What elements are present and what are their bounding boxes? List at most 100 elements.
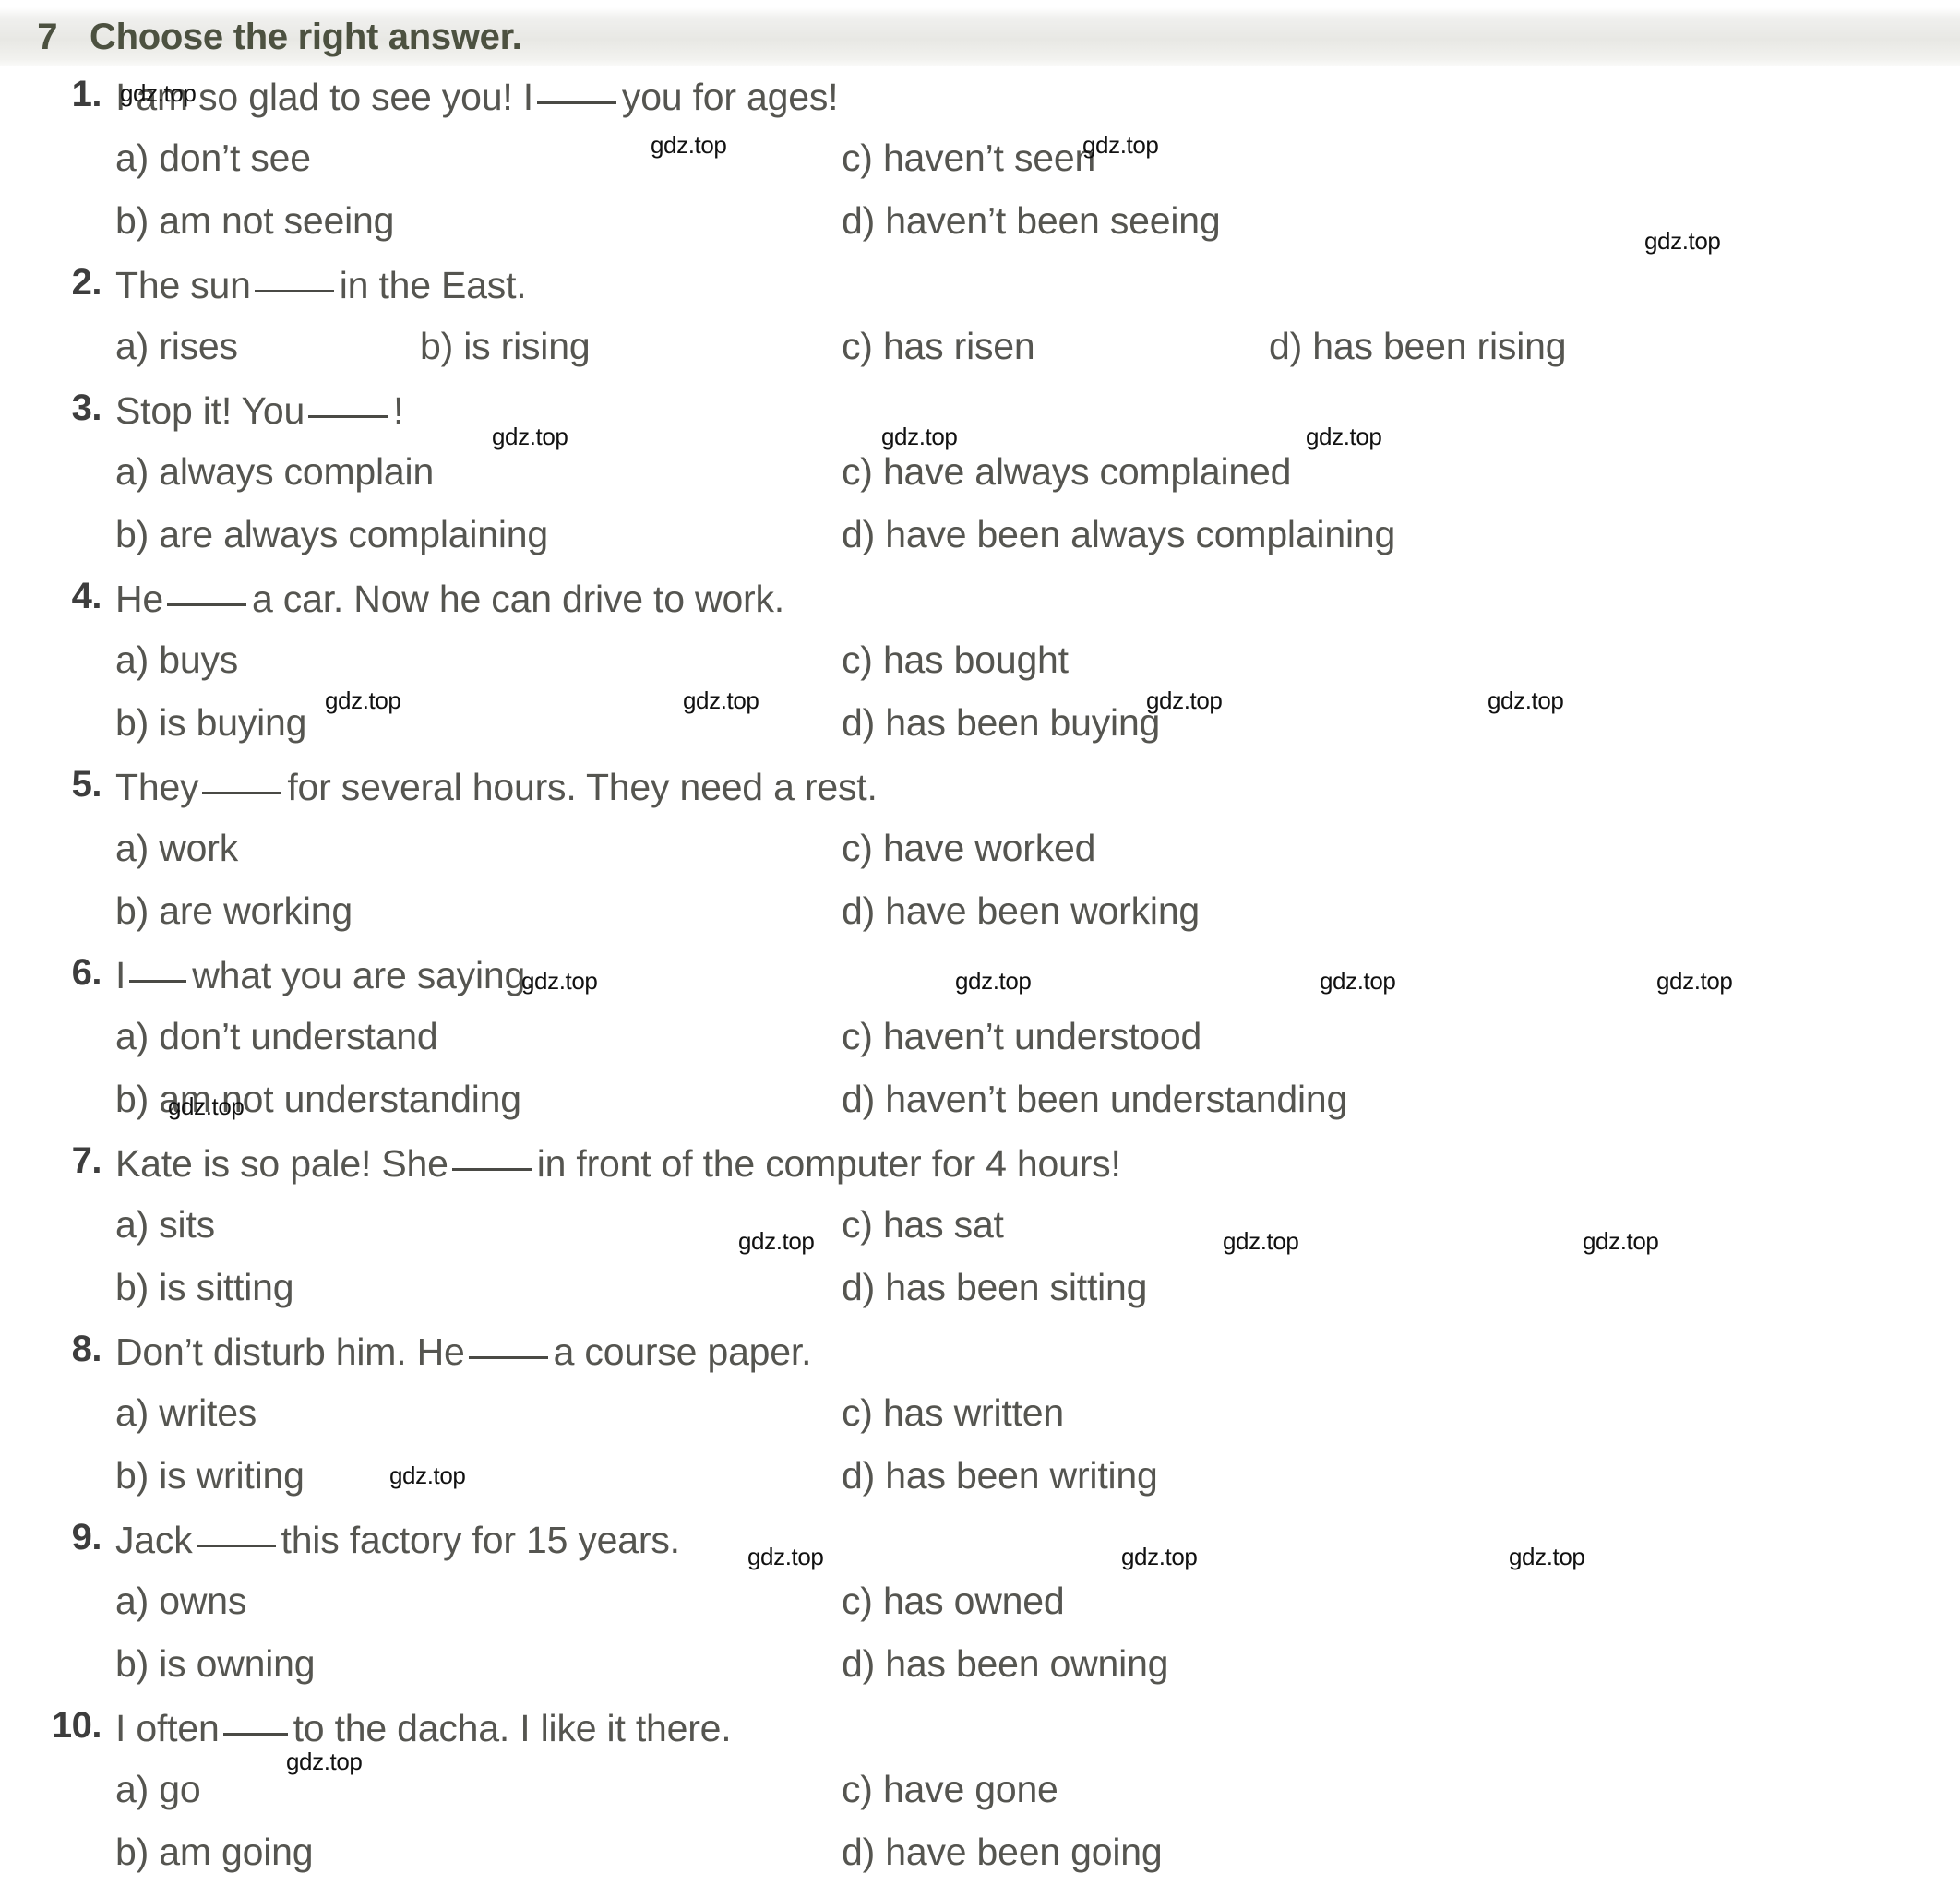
option-b[interactable]: b) are working <box>115 889 353 933</box>
question-block: 2. The sun in the East. a) rises b) is risin… <box>0 262 1960 388</box>
watermark: gdz.top <box>1656 967 1733 995</box>
option-a[interactable]: a) don’t understand <box>115 1015 438 1058</box>
question-text-after-blank: you for ages! <box>621 76 839 118</box>
question-stem: 7. Kate is so pale! She in front of the co… <box>0 1140 1960 1203</box>
question-text-before-blank: Kate is so pale! She <box>115 1142 448 1185</box>
option-b[interactable]: b) is buying <box>115 701 306 745</box>
watermark: gdz.top <box>1644 227 1721 255</box>
answer-blank[interactable] <box>202 764 282 794</box>
watermark: gdz.top <box>1583 1227 1659 1255</box>
option-d[interactable]: d) have been always complaining <box>842 513 1395 556</box>
option-c[interactable]: c) has owned <box>842 1580 1065 1623</box>
option-a[interactable]: a) go <box>115 1768 201 1811</box>
option-b[interactable]: b) is owning <box>115 1642 316 1686</box>
question-stem: 1. I am so glad to see you! Iyou for ages… <box>0 74 1960 137</box>
option-row: a) don’t see c) haven’t seen <box>0 137 1960 199</box>
question-text: Jack this factory for 15 years. <box>115 1517 680 1562</box>
question-text: He a car. Now he can drive to work. <box>115 576 784 621</box>
question-stem: 9. Jack this factory for 15 years. <box>0 1517 1960 1580</box>
question-block: 4. He a car. Now he can drive to work. a) b… <box>0 576 1960 764</box>
option-c[interactable]: c) has sat <box>842 1203 1004 1247</box>
option-d[interactable]: d) has been sitting <box>842 1266 1147 1309</box>
question-number: 7. <box>71 1140 102 1181</box>
question-text-before-blank: Don’t disturb him. He <box>115 1330 465 1373</box>
option-b[interactable]: b) is sitting <box>115 1266 294 1309</box>
answer-blank[interactable] <box>167 576 247 606</box>
question-text-before-blank: I <box>115 954 126 996</box>
question-text-before-blank: I often <box>115 1707 220 1749</box>
watermark: gdz.top <box>492 423 568 450</box>
question-number: 9. <box>71 1517 102 1557</box>
question-block: 10. I often to the dacha. I like it there.… <box>0 1705 1960 1893</box>
question-block: 9. Jack this factory for 15 years. a) owns c… <box>0 1517 1960 1705</box>
option-c[interactable]: c) have worked <box>842 827 1095 870</box>
watermark: gdz.top <box>1306 423 1382 450</box>
option-c[interactable]: c) have gone <box>842 1768 1058 1811</box>
option-c[interactable]: c) has bought <box>842 638 1069 682</box>
question-number: 10. <box>51 1705 102 1746</box>
option-row: a) buys c) has bought <box>0 638 1960 701</box>
question-text-after-blank: in the East. <box>339 264 527 306</box>
option-d[interactable]: d) haven’t been understanding <box>842 1078 1347 1121</box>
question-text-before-blank: Jack <box>115 1519 193 1561</box>
option-a[interactable]: a) writes <box>115 1391 257 1435</box>
answer-blank[interactable] <box>468 1329 548 1359</box>
option-a[interactable]: a) work <box>115 827 238 870</box>
watermark: gdz.top <box>168 1092 245 1120</box>
option-d[interactable]: d) have been working <box>842 889 1200 933</box>
option-c[interactable]: c) has written <box>842 1391 1064 1435</box>
question-text-after-blank: what you are saying. <box>192 954 536 996</box>
option-b[interactable]: b) are always complaining <box>115 513 548 556</box>
question-text-before-blank: The sun <box>115 264 251 306</box>
option-row: a) don’t understand c) haven’t understood <box>0 1015 1960 1078</box>
option-c[interactable]: c) has risen <box>842 325 1035 368</box>
question-block: 7. Kate is so pale! She in front of the co… <box>0 1140 1960 1329</box>
option-b[interactable]: b) am not seeing <box>115 199 394 243</box>
answer-blank[interactable] <box>222 1705 288 1736</box>
option-a[interactable]: a) rises <box>115 325 238 368</box>
option-row: a) sits c) has sat <box>0 1203 1960 1266</box>
watermark: gdz.top <box>747 1543 824 1570</box>
watermark: gdz.top <box>1488 686 1564 714</box>
question-text-after-blank: a car. Now he can drive to work. <box>252 578 784 620</box>
option-c[interactable]: c) haven’t understood <box>842 1015 1201 1058</box>
question-stem: 3. Stop it! You! <box>0 388 1960 450</box>
option-d[interactable]: d) has been writing <box>842 1454 1158 1497</box>
answer-blank[interactable] <box>196 1517 276 1547</box>
answer-blank[interactable] <box>308 388 388 418</box>
option-a[interactable]: a) owns <box>115 1580 246 1623</box>
answer-blank[interactable] <box>536 74 616 104</box>
answer-blank[interactable] <box>254 262 334 292</box>
option-a[interactable]: a) always complain <box>115 450 434 494</box>
question-text-after-blank: a course paper. <box>553 1330 812 1373</box>
option-b[interactable]: b) is rising <box>420 325 591 368</box>
option-d[interactable]: d) has been buying <box>842 701 1160 745</box>
option-b[interactable]: b) am going <box>115 1831 314 1874</box>
option-a[interactable]: a) sits <box>115 1203 215 1247</box>
question-number: 6. <box>71 952 102 993</box>
watermark: gdz.top <box>651 131 727 159</box>
option-c[interactable]: c) have always complained <box>842 450 1291 494</box>
option-c[interactable]: c) haven’t seen <box>842 137 1095 180</box>
question-stem: 5. They for several hours. They need a res… <box>0 764 1960 827</box>
option-d[interactable]: d) has been owning <box>842 1642 1168 1686</box>
answer-blank[interactable] <box>451 1140 532 1171</box>
option-d[interactable]: d) have been going <box>842 1831 1163 1874</box>
option-a[interactable]: a) don’t see <box>115 137 311 180</box>
watermark: gdz.top <box>286 1748 363 1775</box>
question-text: Don’t disturb him. He a course paper. <box>115 1329 811 1374</box>
option-row: b) am going d) have been going <box>0 1831 1960 1893</box>
question-number: 3. <box>71 388 102 428</box>
option-row: a) rises b) is rising c) has risen d) has b… <box>0 325 1960 388</box>
question-text-after-blank: to the dacha. I like it there. <box>293 1707 732 1749</box>
option-a[interactable]: a) buys <box>115 638 238 682</box>
watermark: gdz.top <box>738 1227 815 1255</box>
option-row: a) go c) have gone <box>0 1768 1960 1831</box>
answer-blank[interactable] <box>129 952 187 983</box>
question-text: The sun in the East. <box>115 262 527 307</box>
watermark: gdz.top <box>1146 686 1223 714</box>
option-b[interactable]: b) is writing <box>115 1454 305 1497</box>
exercise-title: Choose the right answer. <box>90 16 522 57</box>
option-d[interactable]: d) has been rising <box>1269 325 1567 368</box>
option-d[interactable]: d) haven’t been seeing <box>842 199 1221 243</box>
